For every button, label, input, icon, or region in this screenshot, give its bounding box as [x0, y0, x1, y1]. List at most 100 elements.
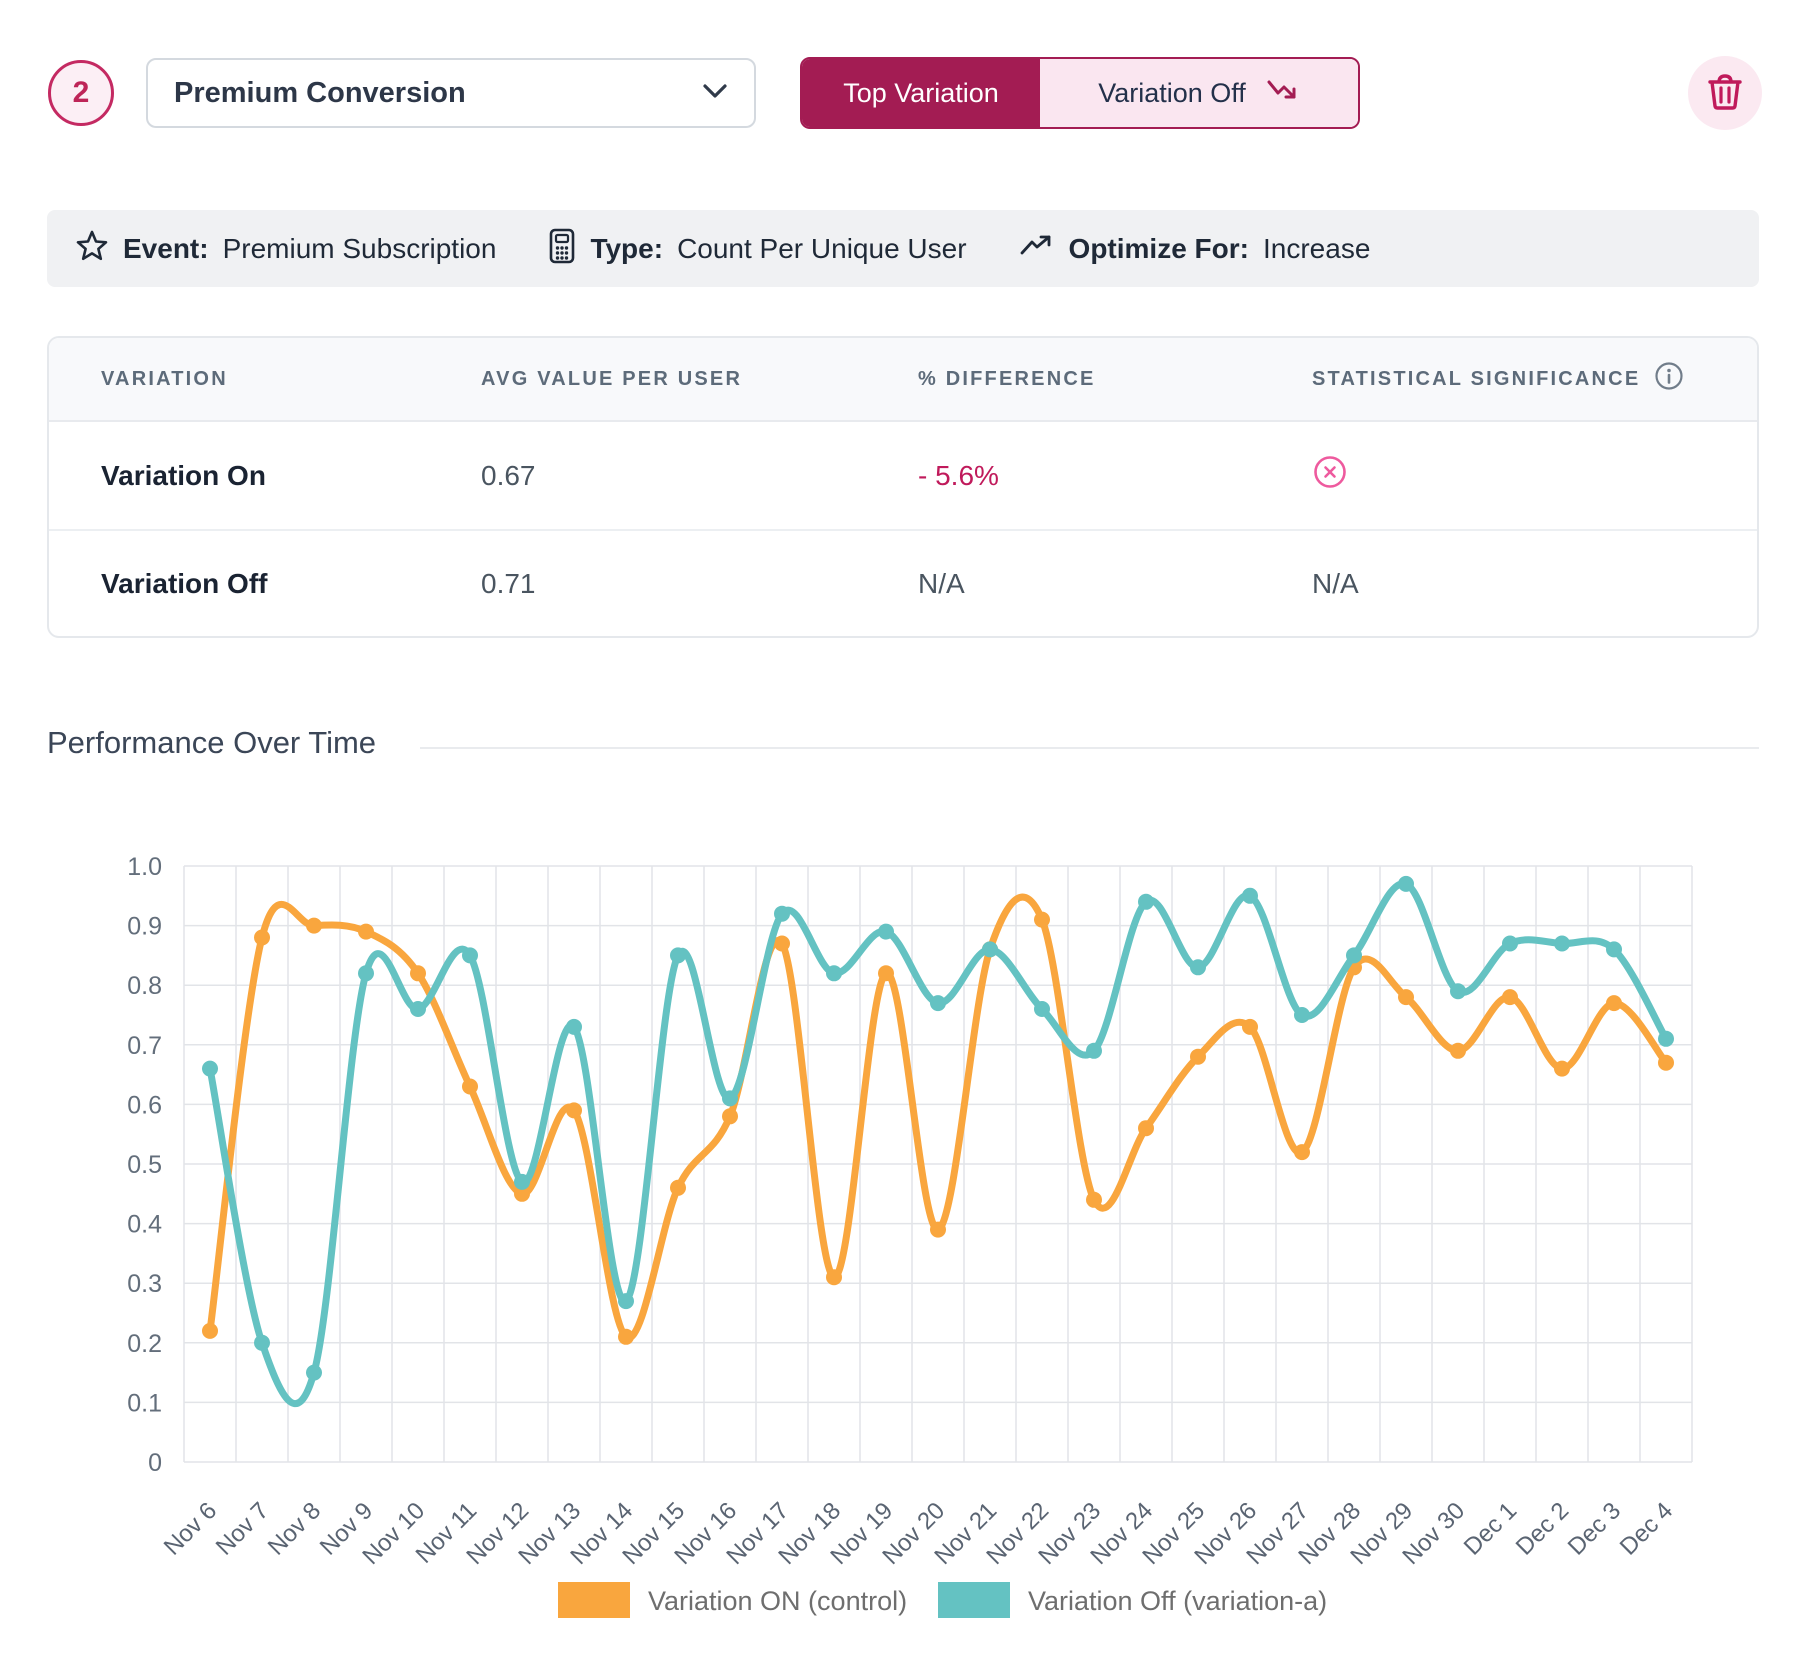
- metric-dropdown[interactable]: Premium Conversion: [146, 58, 756, 128]
- variation-off-variation-a-point[interactable]: [722, 1090, 738, 1106]
- variation-off-variation-a-point[interactable]: [1398, 876, 1414, 892]
- y-axis-label: 0.2: [127, 1330, 162, 1358]
- variation-on-control-point[interactable]: [774, 936, 790, 952]
- significance-value: N/A: [1312, 568, 1757, 600]
- variation-off-variation-a-point[interactable]: [1554, 936, 1570, 952]
- variation-on-control-point[interactable]: [878, 965, 894, 981]
- variation-on-control-point[interactable]: [202, 1323, 218, 1339]
- difference-value: N/A: [918, 568, 1312, 600]
- variation-off-variation-a-point[interactable]: [618, 1293, 634, 1309]
- metric-panel: 2 Premium Conversion Top Variation Varia…: [0, 0, 1806, 1656]
- legend-item[interactable]: Variation Off (variation-a): [938, 1582, 1327, 1618]
- variation-on-control-point[interactable]: [930, 1222, 946, 1238]
- event-label: Event:: [123, 233, 209, 265]
- optimize-group: Optimize For: Increase: [1019, 233, 1371, 265]
- variation-on-control-point[interactable]: [1502, 989, 1518, 1005]
- variation-off-variation-a-point[interactable]: [566, 1019, 582, 1035]
- variation-on-control-point[interactable]: [1398, 989, 1414, 1005]
- variation-on-control-point[interactable]: [1034, 912, 1050, 928]
- trending-up-icon: [1019, 234, 1055, 263]
- variation-on-control-point[interactable]: [566, 1102, 582, 1118]
- legend-item[interactable]: Variation ON (control): [558, 1582, 907, 1618]
- y-axis-label: 0.5: [127, 1151, 162, 1179]
- variation-off-variation-a-line: [210, 883, 1666, 1403]
- variation-off-variation-a-point[interactable]: [1138, 894, 1154, 910]
- y-axis-label: 1.0: [127, 853, 162, 881]
- variation-off-variation-a-point[interactable]: [1450, 983, 1466, 999]
- variation-on-control-point[interactable]: [306, 918, 322, 934]
- y-axis-label: 0: [148, 1449, 162, 1477]
- variation-off-variation-a-point[interactable]: [462, 947, 478, 963]
- variation-off-variation-a-point[interactable]: [1294, 1007, 1310, 1023]
- not-significant-icon: [1312, 454, 1757, 497]
- variation-on-control-point[interactable]: [1138, 1120, 1154, 1136]
- variation-off-variation-a-point[interactable]: [1346, 947, 1362, 963]
- variation-off-variation-a-point[interactable]: [358, 965, 374, 981]
- top-variation-button[interactable]: Top Variation: [802, 59, 1040, 127]
- calculator-icon: [548, 228, 576, 269]
- metric-dropdown-value: Premium Conversion: [174, 77, 466, 110]
- variation-on-control-point[interactable]: [722, 1108, 738, 1124]
- results-table: VARIATION AVG VALUE PER USER % DIFFERENC…: [47, 336, 1759, 638]
- variation-on-control-point[interactable]: [1554, 1061, 1570, 1077]
- avg-value: 0.71: [481, 568, 918, 600]
- variation-off-variation-a-point[interactable]: [982, 941, 998, 957]
- event-value: Premium Subscription: [223, 233, 497, 265]
- variation-on-control-point[interactable]: [1242, 1019, 1258, 1035]
- variation-off-variation-a-point[interactable]: [1502, 936, 1518, 952]
- variation-off-variation-a-point[interactable]: [878, 924, 894, 940]
- variation-on-control-point[interactable]: [1658, 1055, 1674, 1071]
- variation-on-control-point[interactable]: [462, 1079, 478, 1095]
- performance-chart-svg: 00.10.20.30.40.50.60.70.80.91.0Nov 6Nov …: [0, 830, 1806, 1656]
- y-axis-label: 0.8: [127, 972, 162, 1000]
- variation-off-variation-a-point[interactable]: [202, 1061, 218, 1077]
- x-axis-label: Dec 1: [1459, 1497, 1522, 1560]
- variation-off-variation-a-point[interactable]: [1190, 959, 1206, 975]
- legend-swatch: [558, 1582, 630, 1618]
- delete-metric-button[interactable]: [1688, 56, 1762, 130]
- x-axis-label: Nov 7: [211, 1497, 274, 1560]
- variation-off-variation-a-point[interactable]: [930, 995, 946, 1011]
- variation-on-control-point[interactable]: [826, 1269, 842, 1285]
- legend-label: Variation Off (variation-a): [1028, 1586, 1327, 1616]
- variation-off-variation-a-point[interactable]: [410, 1001, 426, 1017]
- variation-off-button[interactable]: Variation Off: [1040, 59, 1358, 127]
- variation-off-variation-a-point[interactable]: [1242, 888, 1258, 904]
- x-axis-label: Nov 8: [263, 1497, 326, 1560]
- variation-on-control-point[interactable]: [1606, 995, 1622, 1011]
- variation-off-variation-a-point[interactable]: [306, 1365, 322, 1381]
- star-icon: [75, 229, 109, 268]
- variation-off-variation-a-point[interactable]: [1606, 941, 1622, 957]
- variation-off-variation-a-point[interactable]: [514, 1174, 530, 1190]
- variation-on-control-point[interactable]: [410, 965, 426, 981]
- table-row: Variation Off 0.71 N/A N/A: [49, 529, 1757, 636]
- variation-on-control-point[interactable]: [1450, 1043, 1466, 1059]
- y-axis-label: 0.1: [127, 1389, 162, 1417]
- variation-on-control-point[interactable]: [670, 1180, 686, 1196]
- variation-off-variation-a-point[interactable]: [1086, 1043, 1102, 1059]
- col-significance: STATISTICAL SIGNIFICANCE: [1312, 361, 1757, 397]
- variation-off-variation-a-point[interactable]: [774, 906, 790, 922]
- variation-on-control-point[interactable]: [254, 930, 270, 946]
- table-header: VARIATION AVG VALUE PER USER % DIFFERENC…: [49, 338, 1757, 422]
- variation-on-control-point[interactable]: [1294, 1144, 1310, 1160]
- variation-off-variation-a-point[interactable]: [826, 965, 842, 981]
- x-axis-label: Dec 4: [1615, 1497, 1678, 1560]
- top-variation-label: Top Variation: [843, 78, 999, 109]
- variation-off-variation-a-point[interactable]: [1034, 1001, 1050, 1017]
- variation-off-variation-a-point[interactable]: [254, 1335, 270, 1351]
- variation-off-variation-a-point[interactable]: [670, 947, 686, 963]
- variation-name: Variation Off: [101, 568, 481, 600]
- variation-on-control-point[interactable]: [1190, 1049, 1206, 1065]
- variation-on-control-point[interactable]: [1086, 1192, 1102, 1208]
- info-icon[interactable]: [1654, 361, 1684, 397]
- legend-swatch: [938, 1582, 1010, 1618]
- chevron-down-icon: [702, 83, 728, 104]
- chart-title: Performance Over Time: [47, 725, 376, 761]
- variation-on-control-point[interactable]: [618, 1329, 634, 1345]
- y-axis-label: 0.4: [127, 1211, 162, 1239]
- section-divider: [420, 747, 1759, 749]
- variation-on-control-line: [210, 897, 1666, 1338]
- variation-on-control-point[interactable]: [358, 924, 374, 940]
- variation-off-variation-a-point[interactable]: [1658, 1031, 1674, 1047]
